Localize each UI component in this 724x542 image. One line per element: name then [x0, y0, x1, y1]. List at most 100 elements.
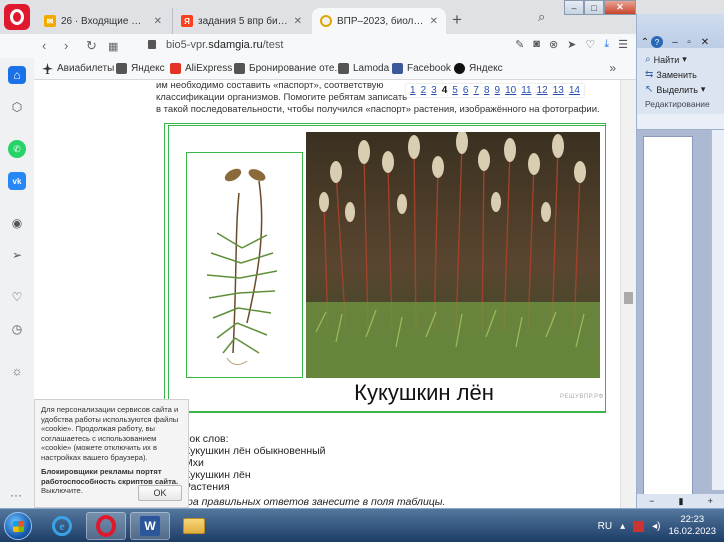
- url-field[interactable]: bio5-vpr.sdamgia.ru/test: [166, 39, 283, 51]
- pager-item[interactable]: 11: [521, 85, 531, 96]
- reload-icon[interactable]: ↻: [86, 38, 97, 54]
- adblock-icon[interactable]: ⊗: [549, 38, 558, 51]
- heart-icon[interactable]: ♡: [8, 288, 26, 306]
- pager-item[interactable]: 13: [553, 85, 564, 96]
- volume-icon[interactable]: ◂): [652, 521, 660, 532]
- close-window-button[interactable]: ✕: [604, 0, 636, 15]
- lock-icon[interactable]: [148, 40, 156, 49]
- cookie-notice: Для персонализации сервисов сайта и удоб…: [34, 399, 189, 508]
- send-icon[interactable]: ➤: [567, 38, 576, 51]
- zoom-slider[interactable]: − ▮ +: [637, 494, 724, 508]
- address-bar-actions: ✎ ◙ ⊗ ➤ ♡ ⤓ ☰: [515, 38, 628, 51]
- pager-item[interactable]: 7: [473, 85, 479, 96]
- close-icon[interactable]: ✕: [154, 16, 162, 27]
- send-icon[interactable]: ➢: [8, 246, 26, 264]
- tab-yandex-search[interactable]: Я задания 5 впр биология 5 класс ✕: [172, 8, 310, 34]
- pager-item[interactable]: 5: [452, 85, 458, 96]
- language-indicator[interactable]: RU: [598, 521, 612, 532]
- menu-icon[interactable]: ☰: [618, 38, 628, 51]
- facebook-icon: [392, 63, 403, 74]
- history-icon[interactable]: ◷: [8, 320, 26, 338]
- adblock-off-link[interactable]: Выключите.: [41, 486, 83, 495]
- address-bar: ‹ › ↻ ▦ bio5-vpr.sdamgia.ru/test ✎ ◙ ⊗ ➤…: [0, 34, 636, 58]
- ribbon-group-label: Редактирование: [645, 99, 710, 109]
- pager-item[interactable]: 1: [410, 85, 416, 96]
- scrollbar-thumb[interactable]: [624, 292, 633, 304]
- opera-menu-icon[interactable]: [4, 4, 30, 30]
- tab-sdamgia-active[interactable]: ВПР–2023, биология–5: задания ✕: [312, 8, 446, 34]
- tab-title: задания 5 впр биология 5 класс: [198, 15, 289, 27]
- heart-icon[interactable]: ♡: [585, 38, 595, 51]
- bookmark-item[interactable]: Бронирование оте...: [234, 63, 343, 74]
- home-icon[interactable]: ⌂: [8, 66, 26, 84]
- pager-item[interactable]: 6: [463, 85, 469, 96]
- lightbulb-icon[interactable]: ☼: [8, 362, 26, 380]
- new-tab-button[interactable]: +: [452, 10, 462, 30]
- forward-icon[interactable]: ›: [64, 38, 68, 53]
- taskbar-ie[interactable]: e: [42, 512, 82, 540]
- word-page[interactable]: [643, 136, 693, 506]
- bookmark-item[interactable]: Яндекс: [454, 63, 503, 74]
- pager-item[interactable]: 4: [442, 85, 448, 96]
- player-icon[interactable]: ◉: [8, 214, 26, 232]
- taskbar-opera[interactable]: [86, 512, 126, 540]
- pager-item[interactable]: 8: [484, 85, 490, 96]
- minimize-icon[interactable]: –: [669, 36, 681, 48]
- camera-icon[interactable]: ◙: [533, 38, 540, 51]
- yandex-icon: Я: [181, 15, 193, 27]
- yandex-circle-icon: [454, 63, 465, 74]
- tab-mail[interactable]: ✉ 26 · Входящие — Яндекс Почта ✕: [36, 8, 170, 34]
- bookmarks-more-icon[interactable]: »: [609, 61, 616, 75]
- close-icon[interactable]: ✕: [699, 36, 711, 48]
- vk-icon[interactable]: vk: [8, 172, 26, 190]
- pager-item[interactable]: 2: [421, 85, 427, 96]
- word-scrollbar[interactable]: [711, 130, 724, 490]
- select-button[interactable]: ↖ Выделить ▾: [645, 84, 705, 95]
- tab-search-icon[interactable]: ⌕: [538, 9, 545, 25]
- clock[interactable]: 22:23 16.02.2023: [668, 514, 716, 538]
- folder-icon: [183, 518, 205, 534]
- word-doc-toolbar: [637, 114, 724, 130]
- find-button[interactable]: ⌕ Найти ▾: [645, 54, 687, 65]
- sdamgia-icon: [320, 15, 332, 27]
- flow-icon[interactable]: ⬡: [8, 98, 26, 116]
- replace-button[interactable]: ⇆ Заменить: [645, 69, 697, 80]
- tab-title: ВПР–2023, биология–5: задания: [337, 15, 425, 27]
- close-icon[interactable]: ✕: [294, 16, 302, 27]
- pager-item[interactable]: 9: [495, 85, 501, 96]
- start-button[interactable]: [4, 512, 32, 540]
- moss-drawing: [186, 152, 303, 378]
- close-icon[interactable]: ✕: [430, 16, 438, 27]
- pager-item[interactable]: 12: [537, 85, 548, 96]
- bookmark-item[interactable]: Facebook: [392, 63, 451, 74]
- bookmark-item[interactable]: Lamoda: [338, 63, 389, 74]
- show-hidden-icons[interactable]: ▴: [620, 521, 625, 532]
- download-icon[interactable]: ⤓: [604, 38, 609, 51]
- zoom-out-icon[interactable]: −: [649, 496, 654, 506]
- taskbar-word[interactable]: W: [130, 512, 170, 540]
- whatsapp-icon[interactable]: ✆: [8, 140, 26, 158]
- zoom-in-icon[interactable]: +: [708, 496, 713, 506]
- taskbar-explorer[interactable]: [174, 512, 214, 540]
- pager-item[interactable]: 3: [431, 85, 437, 96]
- bookmark-item[interactable]: Авиабилеты: [42, 63, 114, 74]
- cookie-ok-button[interactable]: OK: [138, 485, 182, 501]
- restore-icon[interactable]: ▫: [683, 36, 695, 48]
- speed-dial-icon[interactable]: ▦: [108, 40, 118, 53]
- edit-icon[interactable]: ✎: [515, 38, 524, 51]
- maximize-button[interactable]: □: [584, 0, 604, 15]
- back-icon[interactable]: ‹: [42, 38, 46, 53]
- more-icon[interactable]: ···: [10, 488, 22, 502]
- action-center-icon[interactable]: [633, 520, 645, 532]
- collapse-ribbon-icon[interactable]: ⌃: [639, 36, 651, 48]
- page-scrollbar[interactable]: [620, 80, 636, 508]
- zoom-thumb-icon[interactable]: ▮: [679, 496, 684, 507]
- bookmark-item[interactable]: AliExpress: [170, 63, 232, 74]
- pager-item[interactable]: 10: [505, 85, 516, 96]
- minimize-button[interactable]: –: [564, 0, 584, 15]
- browser-tab-strip: ✉ 26 · Входящие — Яндекс Почта ✕ Я задан…: [0, 0, 724, 34]
- pager-item[interactable]: 14: [569, 85, 580, 96]
- word-icon: W: [140, 516, 160, 536]
- bookmark-item[interactable]: Яндекс: [116, 63, 165, 74]
- help-icon[interactable]: ?: [651, 36, 663, 48]
